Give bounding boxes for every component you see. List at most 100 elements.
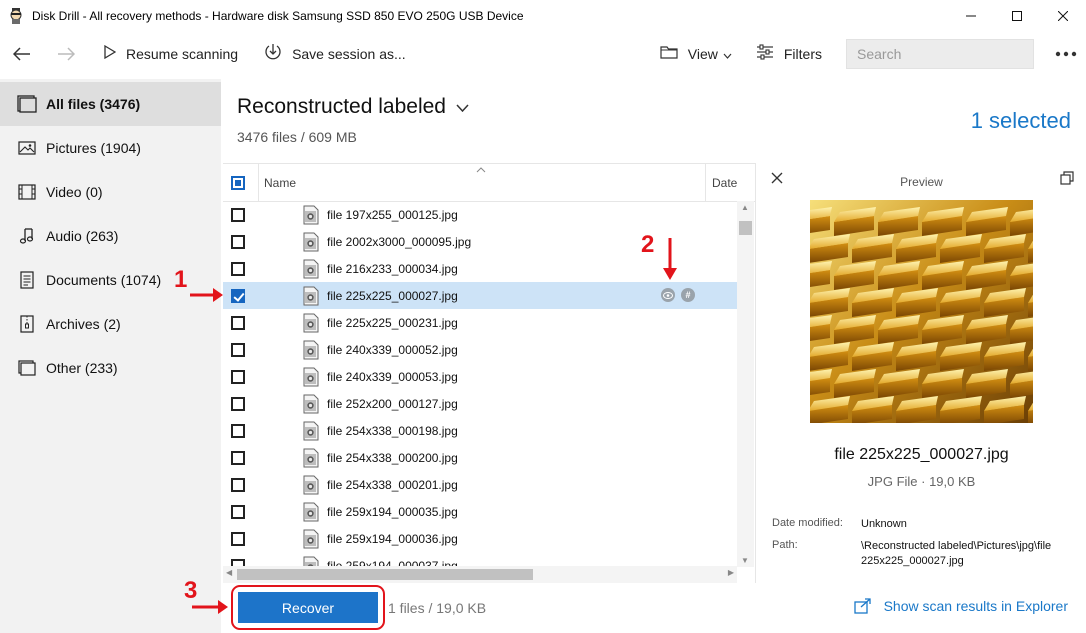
column-header-name[interactable]: Name <box>264 176 296 190</box>
recover-button[interactable]: Recover <box>238 592 378 623</box>
window-title: Disk Drill - All recovery methods - Hard… <box>32 8 524 23</box>
column-header-date[interactable]: Date <box>705 164 755 202</box>
filters-label: Filters <box>783 46 822 62</box>
copy-icon <box>1060 171 1074 185</box>
step-1-number: 1 <box>174 266 188 293</box>
table-row[interactable]: file 259x194_000035.jpg <box>223 498 738 525</box>
horizontal-scroll-thumb[interactable] <box>237 569 533 580</box>
sidebar-item-label: Archives (2) <box>46 316 121 332</box>
maximize-button[interactable] <box>994 0 1040 31</box>
file-list: Name Date file 197x255_000125.jpg file 20… <box>223 163 755 583</box>
preview-eye-icon[interactable] <box>661 288 675 302</box>
minimize-button[interactable] <box>948 0 994 31</box>
disk-drill-app-icon <box>9 7 23 24</box>
row-checkbox[interactable] <box>231 423 245 438</box>
table-row[interactable]: file 240x339_000052.jpg <box>223 336 738 363</box>
sidebar-item-all-files[interactable]: All files (3476) <box>0 82 221 126</box>
file-name: file 259x194_000036.jpg <box>327 531 458 546</box>
jpg-file-icon <box>302 502 320 522</box>
table-row[interactable]: file 254x338_000200.jpg <box>223 444 738 471</box>
forward-button[interactable] <box>44 33 88 75</box>
jpg-file-icon <box>302 232 320 252</box>
video-icon <box>17 183 37 201</box>
sidebar-item-pictures[interactable]: Pictures (1904) <box>0 126 221 170</box>
selected-count: 1 selected <box>970 108 1071 133</box>
table-row[interactable]: file 225x225_000027.jpg # <box>223 282 738 309</box>
row-checkbox[interactable] <box>231 315 245 330</box>
bottom-bar: Recover 1 files / 19,0 KB Show scan resu… <box>221 583 1086 633</box>
close-window-button[interactable] <box>1040 0 1086 31</box>
table-row[interactable]: file 197x255_000125.jpg <box>223 201 738 228</box>
row-checkbox[interactable] <box>231 450 245 465</box>
select-all-checkbox[interactable] <box>231 175 245 190</box>
sidebar-item-video[interactable]: Video (0) <box>0 170 221 214</box>
vertical-scrollbar[interactable]: ▲ ▼ <box>737 201 754 567</box>
table-row[interactable]: file 252x200_000127.jpg <box>223 390 738 417</box>
results-title-dropdown[interactable]: Reconstructed labeled <box>237 95 469 119</box>
sidebar-item-label: All files (3476) <box>46 96 141 112</box>
row-checkbox[interactable] <box>231 207 245 222</box>
table-row[interactable]: file 225x225_000231.jpg <box>223 309 738 336</box>
resume-scanning-button[interactable]: Resume scanning <box>94 33 248 75</box>
back-button[interactable] <box>0 33 44 75</box>
sidebar-item-other[interactable]: Other (233) <box>0 346 221 390</box>
date-modified-value: Unknown <box>861 518 907 530</box>
sidebar-item-audio[interactable]: Audio (263) <box>0 214 221 258</box>
folder-icon <box>660 45 678 63</box>
open-external-button[interactable] <box>1060 171 1074 185</box>
file-name: file 252x200_000127.jpg <box>327 396 458 411</box>
horizontal-scrollbar[interactable]: ◀ ▶ <box>223 566 737 583</box>
preview-metadata: Date modified: Unknown Path: \Reconstruc… <box>772 517 1076 576</box>
jpg-file-icon <box>302 394 320 414</box>
file-name: file 225x225_000027.jpg <box>327 288 458 303</box>
column-divider <box>258 164 259 202</box>
sidebar-item-label: Pictures (1904) <box>46 140 141 156</box>
jpg-file-icon <box>302 475 320 495</box>
music-note-icon <box>17 227 37 245</box>
row-checkbox[interactable] <box>231 288 245 303</box>
row-checkbox[interactable] <box>231 504 245 519</box>
sort-ascending-icon <box>476 164 486 176</box>
scroll-down-arrow-icon[interactable]: ▼ <box>741 556 749 565</box>
filters-button[interactable]: Filters <box>746 33 832 75</box>
path-label: Path: <box>772 539 798 551</box>
row-checkbox[interactable] <box>231 477 245 492</box>
vertical-scroll-thumb[interactable] <box>739 221 752 235</box>
results-header: Reconstructed labeled 3476 files / 609 M… <box>237 95 469 145</box>
table-row[interactable]: file 254x338_000201.jpg <box>223 471 738 498</box>
row-checkbox[interactable] <box>231 342 245 357</box>
step-3-arrow-icon <box>192 600 228 614</box>
scroll-left-arrow-icon[interactable]: ◀ <box>226 568 232 577</box>
row-checkbox[interactable] <box>231 531 245 546</box>
external-link-icon <box>853 598 872 614</box>
picture-icon <box>17 139 37 157</box>
row-checkbox[interactable] <box>231 234 245 249</box>
selection-size-info: 1 files / 19,0 KB <box>388 600 487 616</box>
scroll-right-arrow-icon[interactable]: ▶ <box>728 568 734 577</box>
category-sidebar: All files (3476) Pictures (1904) Video (… <box>0 79 221 633</box>
file-list-header: Name Date <box>223 164 755 202</box>
scroll-up-arrow-icon[interactable]: ▲ <box>741 203 749 212</box>
row-checkbox[interactable] <box>231 396 245 411</box>
search-input[interactable]: Search <box>846 39 1034 69</box>
row-checkbox[interactable] <box>231 369 245 384</box>
table-row[interactable]: file 259x194_000036.jpg <box>223 525 738 552</box>
view-dropdown[interactable]: View <box>650 33 742 75</box>
hash-icon[interactable]: # <box>681 288 695 302</box>
sidebar-item-archives[interactable]: Archives (2) <box>0 302 221 346</box>
archive-icon <box>17 315 37 333</box>
chevron-down-icon <box>723 46 732 62</box>
title-bar: Disk Drill - All recovery methods - Hard… <box>0 0 1086 31</box>
resume-scanning-label: Resume scanning <box>126 46 239 62</box>
minimize-icon <box>966 15 976 16</box>
save-session-button[interactable]: Save session as... <box>254 33 416 75</box>
table-row[interactable]: file 240x339_000053.jpg <box>223 363 738 390</box>
preview-pane: Preview file 225x225_000027.jpg JPG File… <box>755 163 1086 583</box>
preview-title: Preview <box>900 175 943 189</box>
file-name: file 197x255_000125.jpg <box>327 207 458 222</box>
more-options-button[interactable] <box>1046 33 1086 75</box>
table-row[interactable]: file 254x338_000198.jpg <box>223 417 738 444</box>
row-checkbox[interactable] <box>231 261 245 276</box>
file-name: file 254x338_000198.jpg <box>327 423 458 438</box>
show-in-explorer-link[interactable]: Show scan results in Explorer <box>853 598 1068 614</box>
